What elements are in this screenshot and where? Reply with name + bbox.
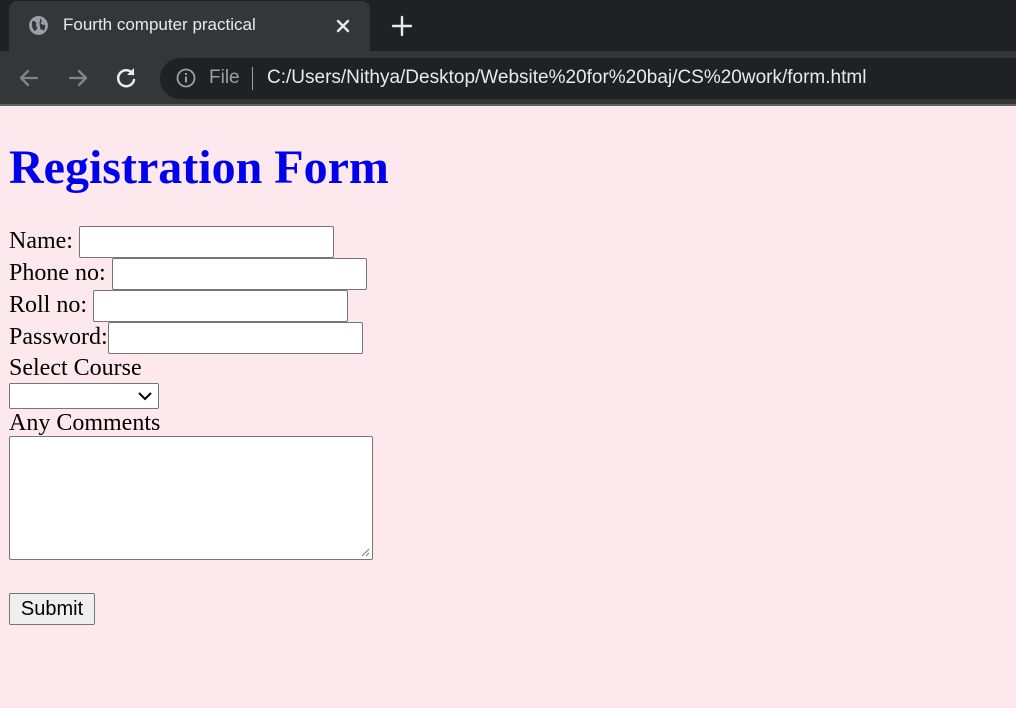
reload-icon[interactable]: [113, 65, 139, 91]
tab-strip: Fourth computer practical: [0, 0, 1016, 51]
tab-title: Fourth computer practical: [63, 15, 256, 34]
browser-toolbar: File C:/Users/Nithya/Desktop/Website%20f…: [0, 51, 1016, 106]
forward-arrow-icon[interactable]: [65, 65, 91, 91]
course-select[interactable]: [9, 383, 159, 409]
comments-textarea[interactable]: [9, 436, 373, 560]
plus-icon[interactable]: [390, 14, 414, 38]
page-title: Registration Form: [9, 141, 389, 194]
resize-handle-icon[interactable]: [360, 547, 370, 557]
back-arrow-icon[interactable]: [16, 65, 42, 91]
url-text[interactable]: C:/Users/Nithya/Desktop/Website%20for%20…: [267, 67, 866, 89]
password-row: Password:: [9, 323, 108, 351]
globe-icon: [29, 16, 48, 35]
roll-label: Roll no:: [9, 292, 88, 318]
address-separator: [252, 67, 253, 90]
phone-input[interactable]: [112, 258, 367, 290]
browser-tab[interactable]: Fourth computer practical: [9, 1, 370, 51]
password-input[interactable]: [108, 322, 363, 354]
chevron-down-icon: [138, 392, 152, 401]
roll-row: Roll no:: [9, 291, 87, 319]
page-content: Registration Form Name: Phone no: Roll n…: [0, 108, 1016, 708]
address-bar[interactable]: File C:/Users/Nithya/Desktop/Website%20f…: [160, 58, 1016, 99]
name-row: Name:: [9, 227, 73, 255]
info-icon[interactable]: [176, 68, 196, 88]
submit-button[interactable]: Submit: [9, 593, 95, 625]
phone-row: Phone no:: [9, 259, 106, 287]
course-label: Select Course: [9, 355, 142, 381]
name-input[interactable]: [79, 226, 334, 258]
roll-input[interactable]: [93, 290, 348, 322]
file-scheme-label: File: [209, 67, 240, 88]
browser-chrome: Fourth computer practical File C:/Users/…: [0, 0, 1016, 106]
comments-label: Any Comments: [9, 410, 161, 436]
password-label: Password:: [9, 324, 108, 350]
close-icon[interactable]: [332, 15, 354, 37]
phone-label: Phone no:: [9, 260, 106, 286]
name-label: Name:: [9, 228, 73, 254]
